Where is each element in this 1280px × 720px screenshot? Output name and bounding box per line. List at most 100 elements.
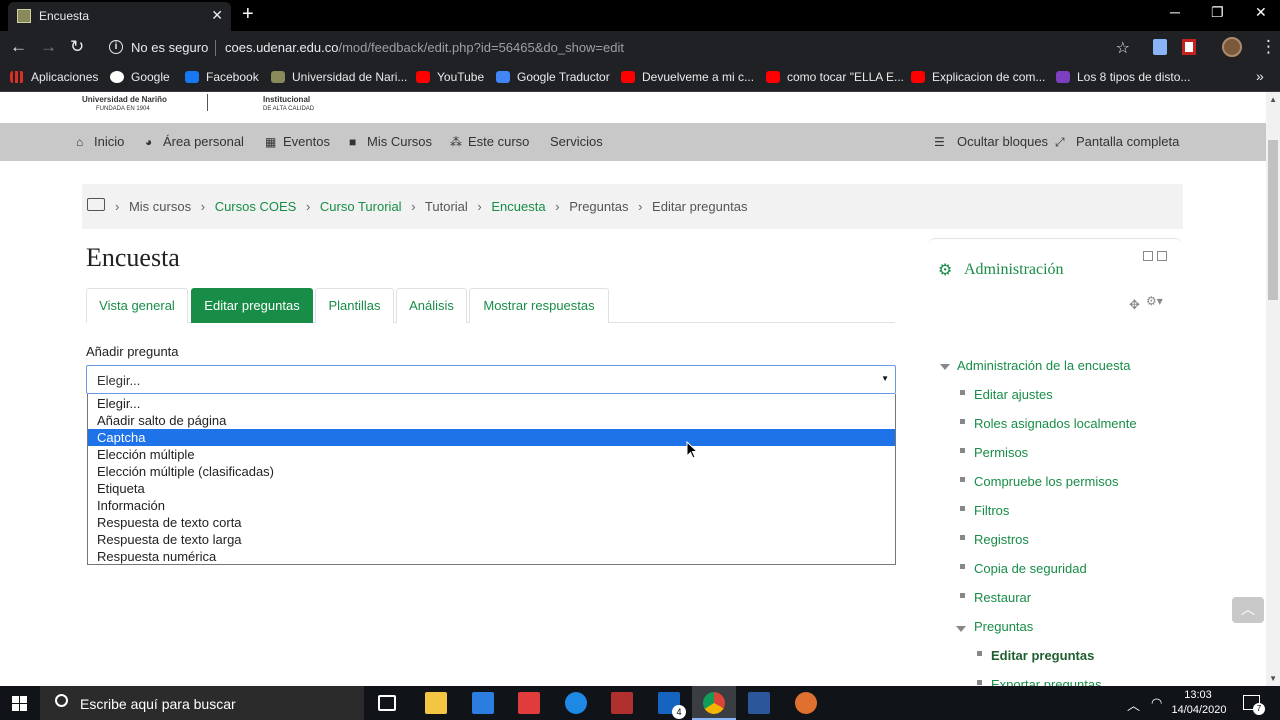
tree-filtros[interactable]: Filtros — [974, 503, 1009, 518]
bookmark-youtube[interactable]: YouTube — [416, 70, 484, 84]
game-app-icon[interactable] — [795, 692, 817, 714]
expanded-triangle-icon[interactable] — [940, 364, 950, 370]
tab-mostrar-respuestas[interactable]: Mostrar respuestas — [469, 288, 609, 323]
bookmarks-overflow-icon[interactable]: » — [1256, 68, 1264, 84]
gear-icon[interactable]: ⚙▾ — [1146, 294, 1163, 308]
nav-este-curso[interactable]: ⁂ Este curso — [450, 134, 529, 149]
option-salto-pagina[interactable]: Añadir salto de página — [88, 412, 895, 429]
bookmark-facebook[interactable]: Facebook — [185, 70, 259, 84]
extension-docs-icon[interactable] — [1153, 39, 1167, 55]
option-etiqueta[interactable]: Etiqueta — [88, 480, 895, 497]
tree-exportar-preguntas[interactable]: Exportar preguntas — [991, 677, 1102, 686]
breadcrumb-tutorial[interactable]: Tutorial — [425, 199, 468, 214]
dock-block-icon[interactable] — [1157, 251, 1167, 261]
fullscreen-button[interactable]: ⤢ Pantalla completa — [1055, 134, 1179, 150]
tab-editar-preguntas[interactable]: Editar preguntas — [191, 288, 313, 323]
bookmark-apps[interactable]: Aplicaciones — [10, 70, 98, 84]
tree-permisos[interactable]: Permisos — [974, 445, 1028, 460]
tree-editar-preguntas[interactable]: Editar preguntas — [991, 648, 1094, 663]
task-view-icon[interactable] — [378, 695, 396, 711]
nav-eventos[interactable]: ▦ Eventos — [265, 134, 330, 149]
clock-time[interactable]: 13:03 — [1173, 689, 1223, 701]
maximize-window-button[interactable]: ❐ — [1211, 4, 1224, 21]
nav-area-personal[interactable]: ◕ Área personal — [145, 134, 244, 149]
chevron-up-icon[interactable]: ︿ — [1127, 695, 1140, 714]
clock-date[interactable]: 14/04/2020 — [1171, 704, 1227, 716]
tab-plantillas[interactable]: Plantillas — [315, 288, 394, 323]
tree-registros[interactable]: Registros — [974, 532, 1029, 547]
back-to-top-button[interactable]: ︿ — [1232, 597, 1264, 623]
nav-servicios[interactable]: Servicios — [550, 134, 603, 149]
url-text[interactable]: coes.udenar.edu.co/mod/feedback/edit.php… — [225, 40, 624, 55]
store-icon[interactable] — [472, 692, 494, 714]
option-texto-corta[interactable]: Respuesta de texto corta — [88, 514, 895, 531]
wifi-icon[interactable]: ◠ — [1151, 695, 1162, 711]
tree-restaurar[interactable]: Restaurar — [974, 590, 1031, 605]
option-eleccion-multiple-clasificadas[interactable]: Elección múltiple (clasificadas) — [88, 463, 895, 480]
info-icon[interactable]: i — [109, 40, 123, 54]
bookmark-video-3[interactable]: Explicacion de com... — [911, 70, 1045, 84]
bookmark-video-1[interactable]: Devuelveme a mi c... — [621, 70, 754, 84]
browser-menu-icon[interactable]: ⋮ — [1260, 37, 1277, 57]
address-bar[interactable]: i No es seguro coes.udenar.edu.co/mod/fe… — [100, 35, 1142, 61]
bookmark-star-icon[interactable]: ☆ — [1116, 38, 1130, 58]
windows-start-icon[interactable] — [12, 696, 27, 711]
bookmark-google[interactable]: Google — [110, 70, 170, 84]
back-arrow-icon[interactable]: ← — [10, 37, 27, 57]
edge-icon[interactable] — [565, 692, 587, 714]
browser-tab[interactable]: Encuesta ✕ — [8, 2, 231, 31]
gift-app-icon[interactable] — [518, 692, 540, 714]
move-icon[interactable]: ✥ — [1129, 297, 1140, 313]
minimize-window-button[interactable]: ─ — [1170, 4, 1180, 20]
bookmark-translate[interactable]: Google Traductor — [496, 70, 610, 84]
university-logo[interactable]: Universidad de Nariño FUNDADA EN 1904 — [82, 96, 167, 113]
tree-editar-ajustes[interactable]: Editar ajustes — [974, 387, 1053, 402]
tree-preguntas[interactable]: Preguntas — [974, 619, 1033, 634]
bookmark-udenar[interactable]: Universidad de Nari... — [271, 70, 407, 84]
close-tab-icon[interactable]: ✕ — [211, 7, 223, 24]
file-explorer-icon[interactable] — [425, 692, 447, 714]
scroll-down-arrow-icon[interactable]: ▼ — [1269, 674, 1277, 683]
taskbar-search-box[interactable]: Escribe aquí para buscar — [40, 686, 364, 720]
chrome-taskbar-slot[interactable] — [692, 686, 736, 720]
notification-icon[interactable]: 7 — [1243, 695, 1265, 715]
add-question-select[interactable]: Elegir... ▼ — [86, 365, 896, 394]
option-captcha[interactable]: Captcha — [88, 429, 895, 446]
breadcrumb-mis-cursos[interactable]: Mis cursos — [129, 199, 191, 214]
hide-blocks-button[interactable]: ☰ Ocultar bloques — [934, 134, 1048, 149]
option-informacion[interactable]: Información — [88, 497, 895, 514]
extension-red-icon[interactable] — [1182, 39, 1196, 55]
tree-admin-encuesta[interactable]: Administración de la encuesta — [957, 358, 1130, 373]
nav-mis-cursos[interactable]: ■ Mis Cursos — [349, 134, 432, 149]
option-elegir[interactable]: Elegir... — [88, 395, 895, 412]
breadcrumb-cursos-coes[interactable]: Cursos COES — [215, 199, 297, 214]
scroll-up-arrow-icon[interactable]: ▲ — [1269, 95, 1277, 104]
profile-avatar[interactable] — [1222, 37, 1242, 57]
reload-icon[interactable]: ↻ — [70, 37, 84, 57]
collapse-block-icon[interactable] — [1143, 251, 1153, 261]
tree-comprobar-permisos[interactable]: Compruebe los permisos — [974, 474, 1119, 489]
breadcrumb-curso[interactable]: Curso Turorial — [320, 199, 402, 214]
photoshop-app-icon[interactable] — [611, 692, 633, 714]
word-icon[interactable] — [748, 692, 770, 714]
nav-inicio[interactable]: ⌂ Inicio — [76, 134, 124, 149]
tree-roles[interactable]: Roles asignados localmente — [974, 416, 1137, 431]
breadcrumb-encuesta[interactable]: Encuesta — [491, 199, 545, 214]
option-numerica[interactable]: Respuesta numérica — [88, 548, 895, 565]
option-eleccion-multiple[interactable]: Elección múltiple — [88, 446, 895, 463]
page-scrollbar[interactable]: ▲ ▼ — [1266, 92, 1280, 686]
tab-analisis[interactable]: Análisis — [396, 288, 467, 323]
breadcrumb-preguntas[interactable]: Preguntas — [569, 199, 628, 214]
new-tab-button[interactable]: + — [242, 3, 254, 25]
option-texto-larga[interactable]: Respuesta de texto larga — [88, 531, 895, 548]
scrollbar-thumb[interactable] — [1268, 140, 1278, 300]
tree-copia-seguridad[interactable]: Copia de seguridad — [974, 561, 1087, 576]
not-secure-label[interactable]: No es seguro — [131, 40, 208, 55]
bookmark-video-2[interactable]: como tocar "ELLA E... — [766, 70, 904, 84]
tab-vista-general[interactable]: Vista general — [86, 288, 188, 323]
bookmark-twitch[interactable]: Los 8 tipos de disto... — [1056, 70, 1190, 84]
mail-icon[interactable]: 4 — [658, 692, 686, 719]
close-window-button[interactable]: ✕ — [1255, 4, 1267, 21]
expanded-triangle-icon[interactable] — [956, 626, 966, 632]
forward-arrow-icon[interactable]: → — [40, 37, 57, 57]
